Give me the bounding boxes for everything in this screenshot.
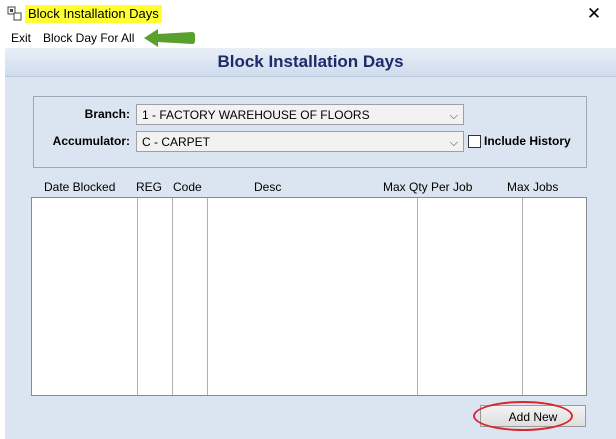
include-history-checkbox[interactable] xyxy=(468,135,481,148)
page-title: Block Installation Days xyxy=(217,52,404,71)
app-icon xyxy=(7,6,23,22)
filter-panel: Branch: 1 - FACTORY WAREHOUSE OF FLOORS … xyxy=(33,96,587,168)
column-header-date-blocked[interactable]: Date Blocked xyxy=(44,180,115,194)
column-header-desc[interactable]: Desc xyxy=(254,180,281,194)
grid-column-divider xyxy=(522,198,523,395)
content-area: Block Installation Days Branch: 1 - FACT… xyxy=(5,48,616,439)
accumulator-label: Accumulator: xyxy=(52,134,130,148)
grid-column-divider xyxy=(417,198,418,395)
annotation-circle xyxy=(473,401,573,431)
block-installation-days-window: Block Installation Days ✕ Exit Block Day… xyxy=(0,0,616,439)
column-header-code[interactable]: Code xyxy=(173,180,202,194)
chevron-down-icon: ⌵ xyxy=(449,136,458,149)
branch-value: 1 - FACTORY WAREHOUSE OF FLOORS xyxy=(142,108,370,122)
grid-column-divider xyxy=(207,198,208,395)
header-strip: Block Installation Days xyxy=(5,48,616,77)
close-icon[interactable]: ✕ xyxy=(574,0,614,28)
column-header-max-jobs[interactable]: Max Jobs xyxy=(507,180,558,194)
column-header-max-qty-per-job[interactable]: Max Qty Per Job xyxy=(383,180,472,194)
accumulator-dropdown[interactable]: C - CARPET ⌵ xyxy=(136,131,464,152)
grid-column-divider xyxy=(137,198,138,395)
menu-item-block-day-for-all[interactable]: Block Day For All xyxy=(43,30,134,46)
menu-bar: Exit Block Day For All xyxy=(5,28,616,48)
window-title: Block Installation Days xyxy=(25,5,162,23)
menu-item-exit[interactable]: Exit xyxy=(11,30,31,46)
branch-label: Branch: xyxy=(84,107,130,121)
column-header-reg[interactable]: REG xyxy=(136,180,162,194)
annotation-arrow-icon xyxy=(144,29,195,47)
accumulator-value: C - CARPET xyxy=(142,135,211,149)
include-history-label[interactable]: Include History xyxy=(484,134,571,148)
branch-dropdown[interactable]: 1 - FACTORY WAREHOUSE OF FLOORS ⌵ xyxy=(136,104,464,125)
blocked-days-grid[interactable] xyxy=(31,197,587,396)
grid-column-divider xyxy=(172,198,173,395)
title-bar: Block Installation Days ✕ xyxy=(0,0,616,28)
chevron-down-icon: ⌵ xyxy=(449,109,458,122)
